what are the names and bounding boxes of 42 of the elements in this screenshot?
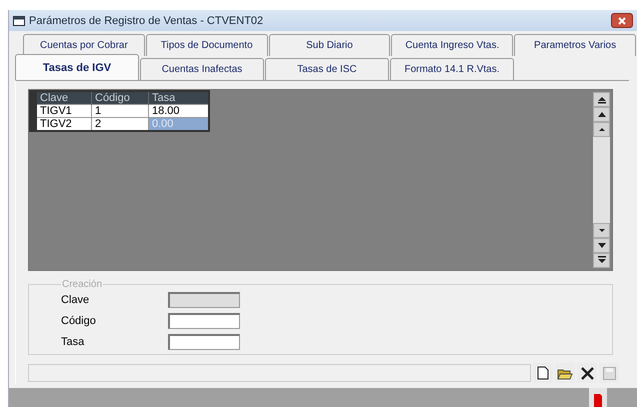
last-icon: [596, 256, 608, 265]
input-field[interactable]: [168, 313, 240, 329]
tab[interactable]: Tipos de Documento: [146, 34, 268, 56]
scroll-button[interactable]: [593, 107, 610, 122]
close-icon: [580, 366, 594, 380]
table-cell[interactable]: 18.00: [148, 104, 209, 118]
tab[interactable]: Parametros Varios: [514, 34, 636, 56]
table-cell[interactable]: 1: [92, 104, 148, 118]
first-icon: [596, 95, 608, 104]
tab[interactable]: Cuenta Ingreso Vtas.: [391, 34, 514, 56]
open-button[interactable]: [555, 363, 575, 383]
scroll-button[interactable]: [593, 122, 610, 137]
new-document-button[interactable]: [533, 363, 553, 383]
column-header[interactable]: Código: [92, 91, 148, 104]
tab[interactable]: Tasas de ISC: [265, 58, 389, 80]
document-icon: [537, 366, 549, 380]
page-down-icon: [596, 241, 608, 250]
group-title: Creación: [61, 279, 104, 290]
flag-icon: [593, 393, 603, 407]
scroll-button[interactable]: [593, 253, 610, 268]
field-label: Tasa: [61, 336, 86, 348]
tab[interactable]: Cuentas Inafectas: [140, 58, 264, 80]
input-field[interactable]: [168, 334, 240, 350]
close-button[interactable]: [611, 13, 633, 28]
page-up-icon: [596, 110, 608, 119]
window-title: Parámetros de Registro de Ventas - CTVENT02: [29, 14, 264, 26]
close-icon: [618, 16, 626, 24]
tab[interactable]: Formato 14.1 R.Vtas.: [390, 58, 514, 80]
field-label: Clave: [61, 294, 90, 306]
tab[interactable]: Cuentas por Cobrar: [23, 34, 145, 56]
scroll-button[interactable]: [593, 223, 610, 238]
scrollbar[interactable]: [593, 92, 610, 268]
tab[interactable]: Tasas de IGV: [15, 54, 139, 80]
field-label: Código: [61, 315, 97, 327]
scroll-button[interactable]: [593, 238, 610, 253]
column-header[interactable]: Tasa: [148, 91, 209, 104]
tab[interactable]: Sub Diario: [268, 34, 390, 56]
scroll-button[interactable]: [593, 92, 610, 107]
delete-button[interactable]: [577, 363, 597, 383]
window-icon: [13, 16, 25, 26]
table-cell[interactable]: 2: [92, 118, 148, 131]
folder-icon: [557, 366, 573, 380]
